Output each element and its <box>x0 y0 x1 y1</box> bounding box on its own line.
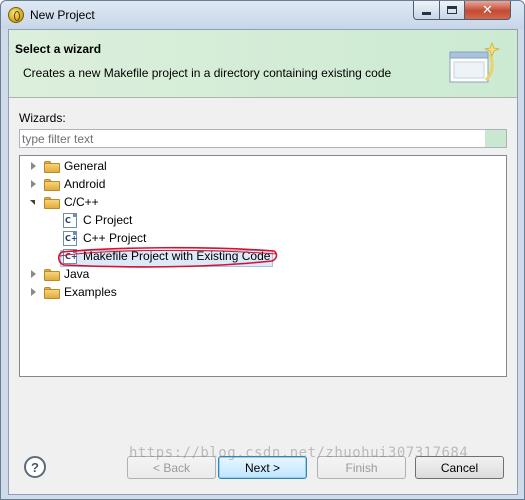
tree-item-c-project[interactable]: C C Project <box>20 212 506 229</box>
window-title: New Project <box>30 8 95 22</box>
maximize-button[interactable] <box>439 1 465 20</box>
folder-icon <box>44 196 60 209</box>
close-button[interactable]: ✕ <box>464 1 511 20</box>
tree-item-label: Android <box>64 177 106 191</box>
minimize-icon <box>422 11 431 15</box>
cpp-project-icon: C+ <box>63 231 78 246</box>
filter-input[interactable] <box>20 130 485 147</box>
clear-filter-icon[interactable] <box>485 130 506 147</box>
wizard-banner: Select a wizard Creates a new Makefile p… <box>9 30 517 98</box>
tree-item-label: C Project <box>83 213 133 227</box>
collapse-arrow-icon[interactable] <box>30 200 35 205</box>
tree-item-label: C/C++ <box>64 195 99 209</box>
close-icon: ✕ <box>482 2 493 18</box>
tree-item-label: General <box>64 159 107 173</box>
title-bar[interactable]: New Project ✕ <box>1 1 524 29</box>
wizard-tree[interactable]: General Android C/C++ C C Project C+ C++… <box>19 155 507 377</box>
eclipse-app-icon <box>8 7 24 23</box>
new-wizard-graphic-icon <box>449 42 500 83</box>
tree-item-cpp-project[interactable]: C+ C++ Project <box>20 230 506 247</box>
folder-icon <box>44 178 60 191</box>
minimize-button[interactable] <box>413 1 440 20</box>
tree-item-label: Examples <box>64 285 117 299</box>
folder-icon <box>44 160 60 173</box>
folder-icon <box>44 268 60 281</box>
tree-item-android[interactable]: Android <box>20 176 506 193</box>
filter-field[interactable] <box>19 129 507 148</box>
maximize-icon <box>447 6 457 14</box>
expand-arrow-icon[interactable] <box>31 180 36 188</box>
tree-item-general[interactable]: General <box>20 158 506 175</box>
folder-icon <box>44 286 60 299</box>
tree-item-java[interactable]: Java <box>20 266 506 283</box>
banner-title: Select a wizard <box>15 42 102 56</box>
tree-item-label: C++ Project <box>83 231 147 245</box>
c-project-icon: C <box>63 213 77 228</box>
banner-description: Creates a new Makefile project in a dire… <box>23 66 392 80</box>
new-project-dialog: New Project ✕ Select a wizard Creates a … <box>0 0 525 500</box>
dialog-body: Select a wizard Creates a new Makefile p… <box>8 29 518 495</box>
help-icon[interactable]: ? <box>24 456 46 478</box>
wizards-label: Wizards: <box>19 111 66 125</box>
expand-arrow-icon[interactable] <box>31 288 36 296</box>
tree-item-examples[interactable]: Examples <box>20 284 506 301</box>
expand-arrow-icon[interactable] <box>31 162 36 170</box>
tree-item-label: Java <box>64 267 90 281</box>
tree-item-c-cpp[interactable]: C/C++ <box>20 194 506 211</box>
expand-arrow-icon[interactable] <box>31 270 36 278</box>
watermark-text: https://blog.csdn.net/zhuohui307317684 <box>129 445 469 461</box>
